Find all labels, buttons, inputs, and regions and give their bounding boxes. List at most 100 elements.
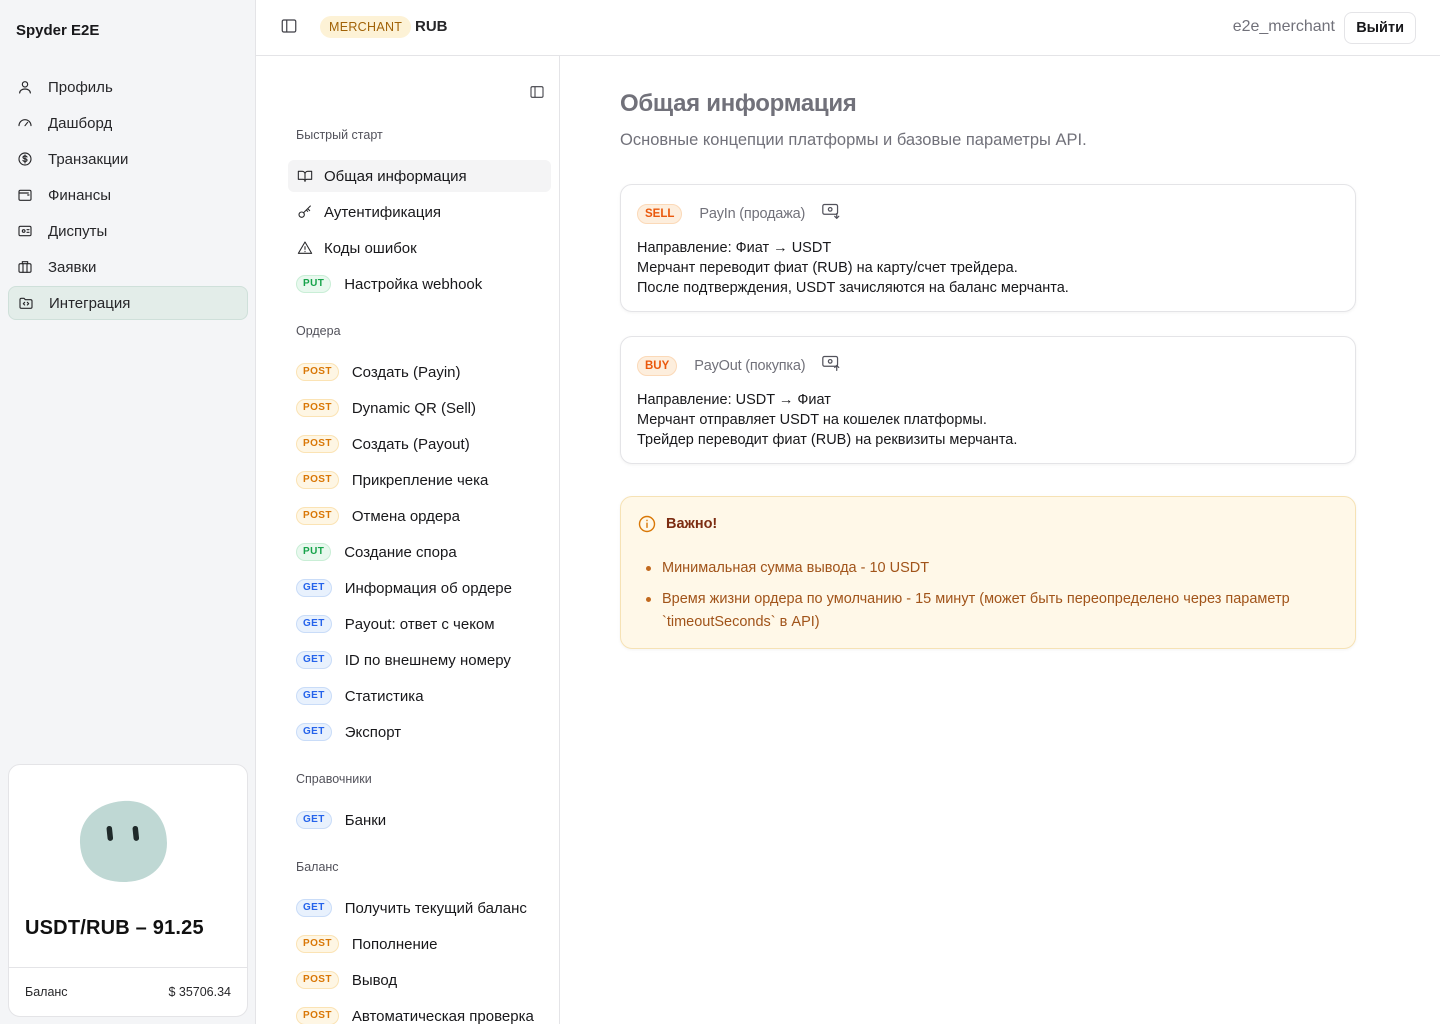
method-badge: GET [296,687,332,705]
card-line: Мерчант переводит фиат (RUB) на карту/сч… [637,260,1018,276]
dollar-circle-icon [16,150,34,168]
doc-item-deposit[interactable]: POST Пополнение [288,928,551,960]
method-badge: GET [296,899,332,917]
sidebar-item-label: Диспуты [48,222,108,240]
doc-item-statistics[interactable]: GET Статистика [288,680,551,712]
important-notice: Важно! Минимальная сумма вывода - 10 USD… [620,496,1356,649]
method-badge: PUT [296,275,332,293]
gauge-icon [16,114,34,132]
docs-panel-toggle-icon[interactable] [529,84,547,102]
section-title-balance: Баланс [296,860,339,874]
currency-label: RUB [415,18,448,35]
notice-header: Важно! [637,514,717,534]
sidebar-item-label: Финансы [48,186,111,204]
money-in-icon [821,202,841,225]
card-header: SELL PayIn (продажа) [637,202,841,225]
card-line: После подтверждения, USDT зачисляются на… [637,280,1069,296]
card-header: BUY PayOut (покупка) [637,354,841,377]
doc-item-general-info[interactable]: Общая информация [288,160,551,192]
page-title: Общая информация [620,90,857,117]
sidebar-item-label: Транзакции [48,150,129,168]
section-title-quick-start: Быстрый старт [296,128,383,142]
doc-item-withdraw[interactable]: POST Вывод [288,964,551,996]
doc-item-webhook[interactable]: PUT Настройка webhook [288,268,551,300]
doc-item-label: Статистика [344,687,424,705]
key-icon [296,203,314,221]
doc-item-label: Пополнение [351,935,438,953]
doc-item-get-balance[interactable]: GET Получить текущий баланс [288,892,551,924]
doc-item-label: Создать (Payin) [351,363,461,381]
method-badge: GET [296,811,332,829]
method-badge: GET [296,615,332,633]
method-badge: POST [296,507,339,525]
doc-item-label: Автоматическая проверка [351,1007,534,1024]
doc-item-payout-receipt[interactable]: GET Payout: ответ с чеком [288,608,551,640]
briefcase-icon [16,258,34,276]
doc-item-label: Банки [344,811,387,829]
sidebar-item-dashboard[interactable]: Дашборд [8,106,248,140]
doc-item-auto-check[interactable]: POST Автоматическая проверка [288,1000,551,1024]
topbar: MERCHANT RUB e2e_merchant Выйти [256,0,1440,56]
method-badge: GET [296,651,332,669]
sidebar-item-finance[interactable]: Финансы [8,178,248,212]
method-badge: POST [296,471,339,489]
doc-item-label: Отмена ордера [351,507,460,525]
doc-item-export[interactable]: GET Экспорт [288,716,551,748]
doc-item-label: Payout: ответ с чеком [344,615,495,633]
logout-button[interactable]: Выйти [1344,12,1416,44]
doc-item-label: Коды ошибок [324,239,417,257]
doc-item-create-payout[interactable]: POST Создать (Payout) [288,428,551,460]
doc-item-create-payin[interactable]: POST Создать (Payin) [288,356,551,388]
sidebar-toggle-icon[interactable] [280,17,300,37]
method-badge: POST [296,1007,339,1024]
main-content: Общая информация Основные концепции плат… [560,56,1440,1024]
doc-item-label: Общая информация [324,167,467,185]
user-icon [16,78,34,96]
doc-item-label: Настройка webhook [344,275,483,293]
card-title: PayIn (продажа) [699,205,806,222]
balance-label: Баланс [25,985,68,999]
doc-item-attach-receipt[interactable]: POST Прикрепление чека [288,464,551,496]
page-subtitle: Основные концепции платформы и базовые п… [620,131,1087,149]
doc-item-banks[interactable]: GET Банки [288,804,551,836]
card-body: Направление: USDT → Фиат Мерчант отправл… [637,390,1017,450]
method-badge: PUT [296,543,332,561]
card-line: Трейдер переводит фиат (RUB) на реквизит… [637,432,1018,448]
doc-item-label: Аутентификация [324,203,441,221]
username: e2e_merchant [1232,18,1335,35]
doc-item-create-dispute[interactable]: PUT Создание спора [288,536,551,568]
sidebar-item-profile[interactable]: Профиль [8,70,248,104]
warning-icon [296,239,314,257]
brand-name[interactable]: Spyder E2E [16,22,99,39]
doc-item-label: Информация об ордере [344,579,512,597]
list-item: Время жизни ордера по умолчанию - 15 мин… [645,588,1335,634]
card-body: Направление: Фиат → USDT Мерчант перевод… [637,238,1069,298]
doc-item-cancel-order[interactable]: POST Отмена ордера [288,500,551,532]
payout-card: BUY PayOut (покупка) Направление: USDT →… [620,336,1356,464]
code-folder-icon [17,294,35,312]
method-badge: POST [296,935,339,953]
payin-card: SELL PayIn (продажа) Направление: Фиат →… [620,184,1356,312]
card-line: Направление: USDT → Фиат [637,392,831,408]
buy-badge: BUY [637,355,678,376]
doc-item-label: Создать (Payout) [351,435,470,453]
doc-item-label: Получить текущий баланс [344,899,527,917]
sidebar-item-integration[interactable]: Интеграция [8,286,248,320]
sidebar-item-label: Дашборд [48,114,113,132]
doc-item-error-codes[interactable]: Коды ошибок [288,232,551,264]
sidebar-item-disputes[interactable]: Диспуты [8,214,248,248]
divider [9,967,247,968]
wallet-icon [16,186,34,204]
doc-item-id-by-external[interactable]: GET ID по внешнему номеру [288,644,551,676]
doc-item-auth[interactable]: Аутентификация [288,196,551,228]
doc-item-dynamic-qr[interactable]: POST Dynamic QR (Sell) [288,392,551,424]
sidebar-item-label: Профиль [48,78,113,96]
book-icon [296,167,314,185]
notice-list: Минимальная сумма вывода - 10 USDT Время… [645,557,1335,642]
sidebar-item-transactions[interactable]: Транзакции [8,142,248,176]
docs-nav: Быстрый старт Общая информация Аутентифи… [256,56,560,1024]
sidebar-item-requests[interactable]: Заявки [8,250,248,284]
doc-item-order-info[interactable]: GET Информация об ордере [288,572,551,604]
doc-item-label: Вывод [351,971,398,989]
doc-item-label: Dynamic QR (Sell) [351,399,477,417]
